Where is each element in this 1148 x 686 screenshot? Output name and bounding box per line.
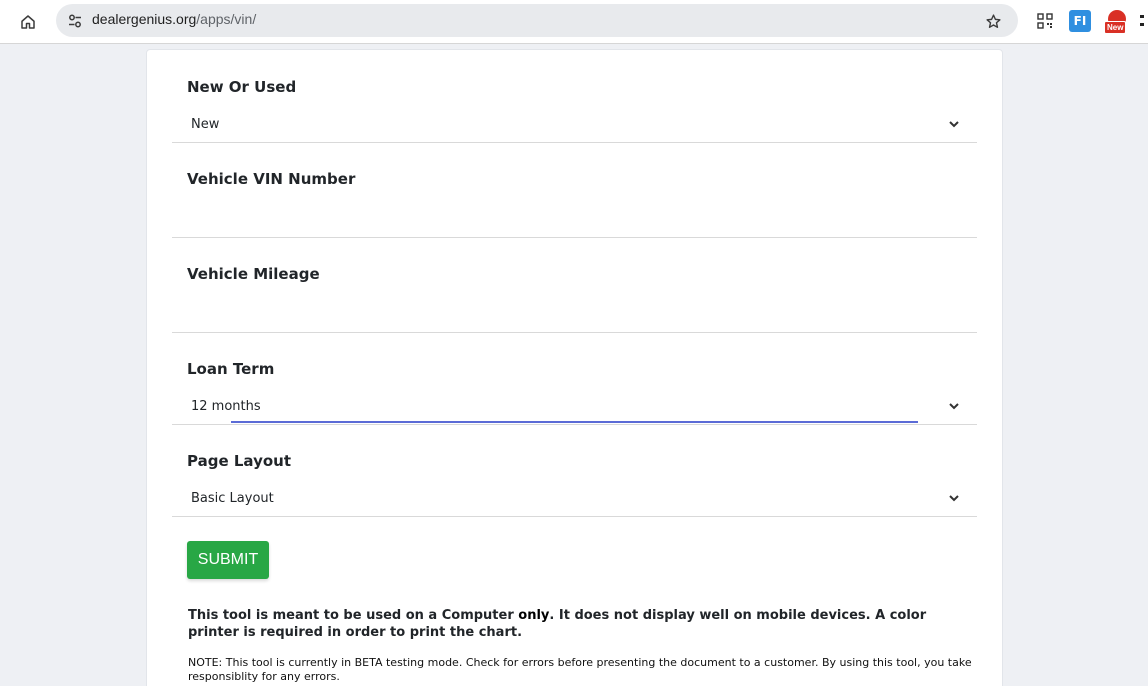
address-bar[interactable]: dealergenius.org/apps/vin/ — [56, 4, 1018, 37]
focus-indicator — [231, 421, 918, 423]
url-path: /apps/vin/ — [196, 11, 257, 27]
home-icon — [21, 15, 35, 29]
fi-extension-button[interactable]: FI — [1069, 10, 1091, 32]
new-or-used-select[interactable]: New — [191, 117, 219, 132]
loan-term-label: Loan Term — [187, 360, 275, 378]
chevron-down-icon[interactable] — [947, 399, 961, 413]
page-layout-label: Page Layout — [187, 452, 291, 470]
home-button[interactable] — [14, 8, 42, 36]
star-icon — [985, 13, 1001, 28]
more-vert-icon — [1140, 15, 1144, 26]
bookmark-button[interactable] — [982, 10, 1004, 32]
mileage-label: Vehicle Mileage — [187, 265, 320, 283]
qr-extension-button[interactable] — [1034, 10, 1056, 32]
vin-field: Vehicle VIN Number — [172, 168, 977, 238]
info-text-before: This tool is meant to be used on a Compu… — [188, 608, 519, 623]
fi-extension-label: FI — [1073, 14, 1087, 28]
loan-term-field: Loan Term 12 months — [172, 358, 977, 425]
loan-term-select[interactable]: 12 months — [191, 399, 261, 414]
url-text[interactable]: dealergenius.org/apps/vin/ — [92, 11, 256, 27]
mileage-input[interactable] — [191, 307, 951, 327]
page-layout-field: Page Layout Basic Layout — [172, 450, 977, 517]
vin-label: Vehicle VIN Number — [187, 170, 356, 188]
new-badge: New — [1104, 21, 1127, 34]
mileage-field: Vehicle Mileage — [172, 263, 977, 333]
tune-icon — [69, 14, 81, 28]
info-emphasis: only — [518, 608, 550, 623]
page-layout-select[interactable]: Basic Layout — [191, 491, 274, 506]
chevron-down-icon[interactable] — [947, 491, 961, 505]
vin-input[interactable] — [191, 212, 951, 232]
site-info-button[interactable] — [62, 8, 88, 34]
chevron-down-icon[interactable] — [947, 117, 961, 131]
new-or-used-field: New Or Used New — [172, 76, 977, 143]
new-or-used-label: New Or Used — [187, 78, 297, 96]
url-host: dealergenius.org — [92, 11, 197, 27]
browser-menu-button[interactable] — [1140, 10, 1148, 32]
browser-toolbar: dealergenius.org/apps/vin/ FI New — [0, 0, 1148, 44]
qr-code-icon — [1037, 13, 1053, 29]
new-extension-button[interactable]: New — [1104, 10, 1130, 34]
usage-info-text: This tool is meant to be used on a Compu… — [188, 607, 978, 641]
submit-button[interactable]: SUBMIT — [187, 541, 269, 579]
beta-note: NOTE: This tool is currently in BETA tes… — [188, 656, 972, 683]
